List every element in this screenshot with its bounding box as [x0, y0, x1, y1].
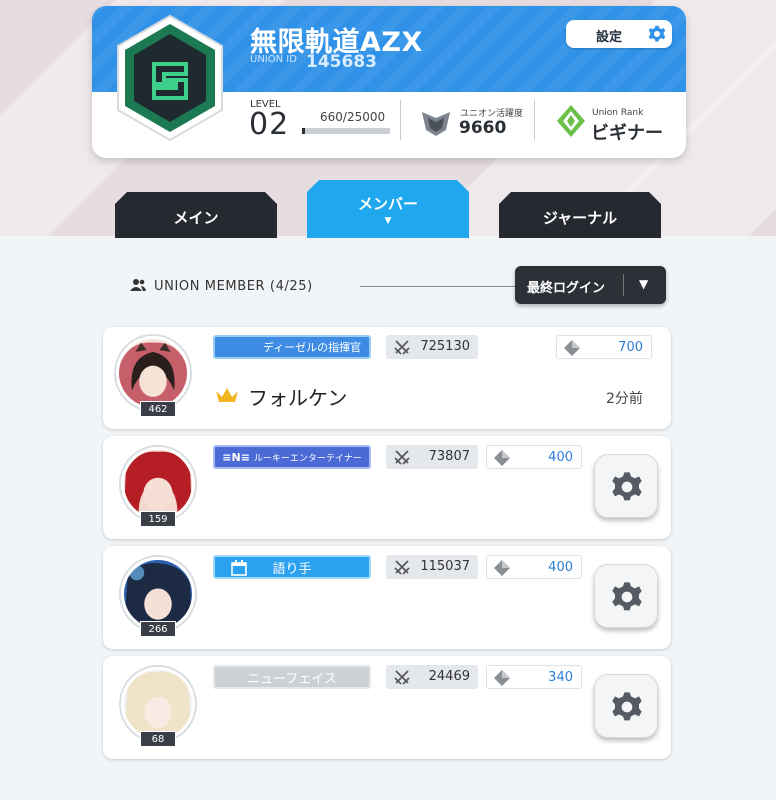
member-points: 400 [486, 445, 582, 469]
rank-value: ビギナー [591, 123, 663, 144]
member-points: 700 [556, 335, 652, 359]
xp-progress-bar [302, 128, 390, 134]
swords-icon [394, 670, 410, 685]
member-avatar[interactable] [121, 667, 195, 741]
member-last-login: 2分前 [606, 391, 643, 407]
member-title-chip: 語り手 [213, 555, 371, 579]
rank-icon [557, 105, 585, 137]
chevron-down-icon: ▼ [639, 277, 649, 291]
sort-label: 最終ログイン [527, 281, 606, 296]
member-title: ニューフェイス [247, 671, 337, 687]
gear-icon [612, 582, 642, 611]
members-icon [130, 279, 146, 291]
member-points: 340 [486, 665, 582, 689]
member-title-prefix: ≡N≡ [222, 450, 250, 464]
gem-icon [494, 670, 510, 686]
gem-icon [564, 340, 580, 356]
tab-active-arrow-icon: ▼ [384, 215, 392, 226]
leader-crown-icon [216, 388, 238, 402]
gear-icon [648, 25, 666, 42]
union-settings-button[interactable]: 設定 [566, 20, 672, 48]
swords-icon [394, 340, 410, 355]
member-title-chip: ディーゼルの指揮官 [213, 335, 371, 359]
member-settings-button[interactable] [594, 564, 658, 628]
divider [534, 100, 535, 140]
member-level-badge: 266 [140, 621, 176, 637]
members-section-title: UNION MEMBER (4/25) [154, 279, 313, 294]
tab-members-label: メンバー [357, 194, 418, 213]
union-level: 02 [249, 107, 290, 142]
member-settings-button[interactable] [594, 454, 658, 518]
member-level-badge: 462 [140, 401, 176, 417]
tab-members[interactable]: メンバー ▼ [307, 180, 469, 238]
member-power: 73807 [386, 445, 478, 469]
xp-progress-fill [302, 128, 305, 134]
member-avatar[interactable] [121, 557, 195, 631]
member-name: フォルケン [248, 386, 348, 410]
member-settings-button[interactable] [594, 674, 658, 738]
member-points: 400 [486, 555, 582, 579]
union-id-label: UNION ID [250, 54, 297, 65]
gear-icon [612, 472, 642, 501]
member-power: 24469 [386, 665, 478, 689]
member-level-badge: 68 [140, 731, 176, 747]
gem-icon [494, 450, 510, 466]
calendar-icon [231, 560, 247, 576]
swords-icon [394, 560, 410, 575]
activity-value: 9660 [459, 118, 507, 138]
member-title-chip: ニューフェイス [213, 665, 371, 689]
gear-icon [612, 692, 642, 721]
xp-text: 660/25000 [320, 110, 386, 124]
tab-journal-label: ジャーナル [542, 208, 618, 227]
divider [360, 286, 518, 287]
tab-main-label: メイン [173, 208, 219, 227]
tab-journal[interactable]: ジャーナル [499, 192, 661, 238]
member-avatar[interactable] [116, 336, 190, 410]
member-title-chip: ≡N≡ ルーキーエンターテイナー [213, 445, 371, 469]
union-id: 145683 [306, 52, 377, 72]
rank-label: Union Rank [592, 108, 644, 118]
union-emblem-icon [117, 14, 223, 142]
member-title: ディーゼルの指揮官 [262, 341, 362, 354]
member-avatar[interactable] [121, 447, 195, 521]
member-title: 語り手 [272, 561, 312, 577]
divider [400, 100, 401, 140]
swords-icon [394, 450, 410, 465]
member-title: ルーキーエンターテイナー [253, 453, 362, 464]
activity-icon [422, 112, 450, 136]
member-power: 115037 [386, 555, 478, 579]
member-power: 725130 [386, 335, 478, 359]
gem-icon [494, 560, 510, 576]
tab-main[interactable]: メイン [115, 192, 277, 238]
member-level-badge: 159 [140, 511, 176, 527]
settings-label: 設定 [596, 30, 623, 45]
sort-dropdown[interactable]: 最終ログイン ▼ [515, 266, 666, 304]
